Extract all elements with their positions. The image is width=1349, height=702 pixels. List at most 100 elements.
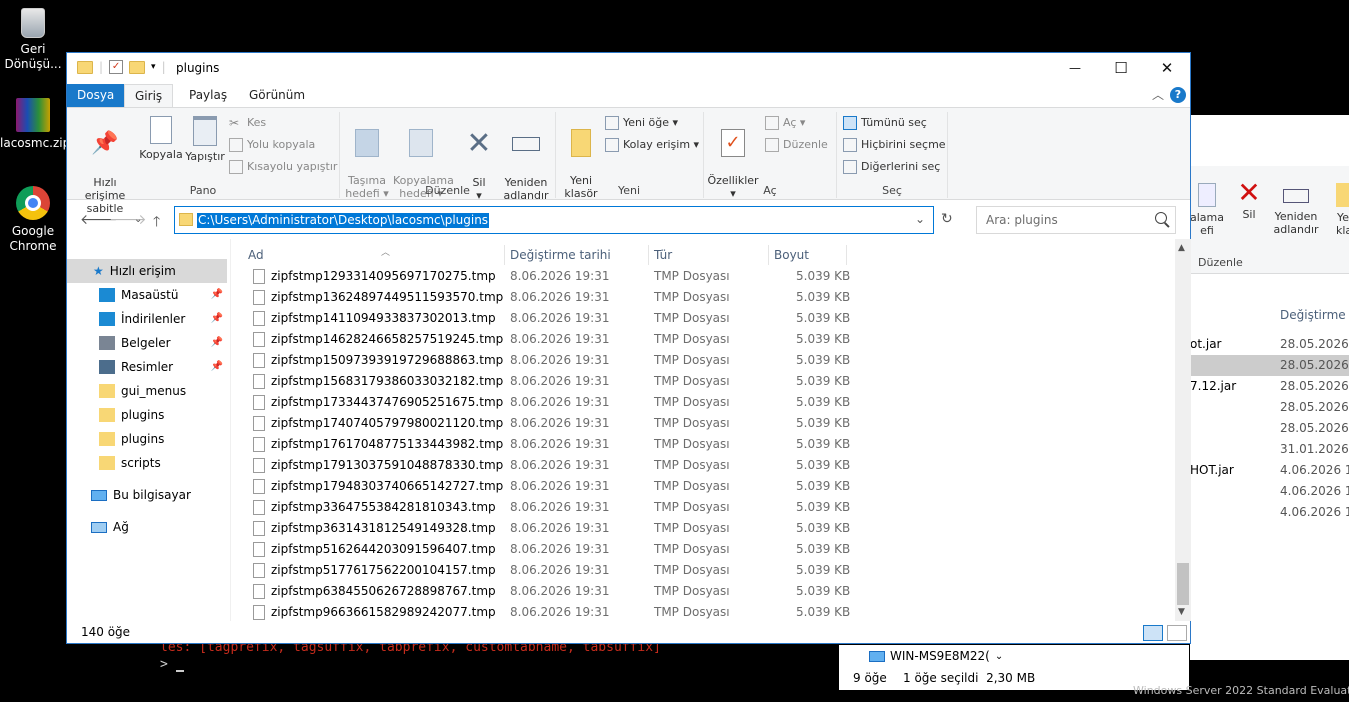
- minimize-button[interactable]: —: [1052, 53, 1098, 83]
- file-row[interactable]: zipfstmp1362489744951159357​0.tmp 8.06.20…: [231, 287, 851, 308]
- bg-file-row[interactable]: HOT.jar 4.06.2026 10:2: [1190, 460, 1349, 481]
- details-view-button[interactable]: [1143, 625, 1163, 641]
- close-button[interactable]: ✕: [1144, 53, 1190, 83]
- pin-icon[interactable]: 📌: [211, 355, 223, 379]
- file-row[interactable]: zipfstmp1509739391972968886​3.tmp 8.06.20…: [231, 350, 851, 371]
- nav-item-label: scripts: [121, 456, 161, 470]
- nav-item-i-ndirilenler[interactable]: İndirilenler 📌: [99, 307, 227, 331]
- file-row[interactable]: zipfstmp1293314095697170275.tmp 8.06.2026…: [231, 266, 851, 287]
- new-item-button[interactable]: Yeni öğe ▾: [605, 116, 678, 130]
- edit-button[interactable]: Düzenle: [765, 138, 828, 152]
- file-row[interactable]: zipfstmp5177617562200104157.tmp 8.06.2026…: [231, 560, 851, 581]
- large-icons-view-button[interactable]: [1167, 625, 1187, 641]
- nav-item-resimler[interactable]: Resimler 📌: [99, 355, 227, 379]
- title-bar[interactable]: | ✓ ▾ | plugins — ☐ ✕: [67, 53, 1190, 84]
- recent-locations-button[interactable]: ⌄: [134, 214, 142, 225]
- select-all-button[interactable]: Tümünü seç: [843, 116, 927, 130]
- file-row[interactable]: zipfstmp1740740579798002112​0.tmp 8.06.20…: [231, 413, 851, 434]
- search-icon[interactable]: [1155, 212, 1167, 224]
- bg-file-row[interactable]: 4.06.2026 12:4: [1190, 502, 1349, 523]
- nav-item-masa-st-[interactable]: Masaüstü 📌: [99, 283, 227, 307]
- bg-file-row[interactable]: 28.05.2026 05: [1190, 418, 1349, 439]
- bg-file-row[interactable]: 28.05.2026 05: [1190, 397, 1349, 418]
- new-folder-icon[interactable]: [129, 60, 146, 74]
- open-button[interactable]: Aç ▾: [765, 116, 805, 130]
- column-header-type[interactable]: Tür: [649, 245, 769, 265]
- bg-file-row[interactable]: 4.06.2026 13:5: [1190, 481, 1349, 502]
- tab-view[interactable]: Görünüm: [239, 84, 315, 107]
- file-row[interactable]: zipfstmp1791303759104887833​0.tmp 8.06.20…: [231, 455, 851, 476]
- file-row[interactable]: zipfstmp1733443747690525167​5.tmp 8.06.20…: [231, 392, 851, 413]
- navigation-pane[interactable]: ★ Hızlı erişim Masaüstü 📌 İndirilenler 📌 Bel…: [67, 239, 229, 621]
- select-none-button[interactable]: Hiçbirini seçme: [843, 138, 946, 152]
- file-row[interactable]: zipfstmp3364755384281810343.tmp 8.06.2026…: [231, 497, 851, 518]
- desktop-icon-recycle-bin[interactable]: Geri Dönüşü...: [0, 8, 66, 72]
- copy-button[interactable]: Kopyala: [139, 116, 183, 161]
- column-header-size[interactable]: Boyut: [769, 245, 847, 265]
- column-header-name[interactable]: Ad ︿: [243, 245, 505, 265]
- pin-icon[interactable]: 📌: [211, 307, 223, 331]
- nav-item-plugins[interactable]: plugins: [99, 427, 227, 451]
- customize-toolbar-icon[interactable]: ▾: [151, 62, 156, 72]
- tab-share[interactable]: Paylaş: [179, 84, 237, 107]
- file-row[interactable]: zipfstmp6384550626728898767.tmp 8.06.2026…: [231, 581, 851, 602]
- nav-item-belgeler[interactable]: Belgeler 📌: [99, 331, 227, 355]
- vertical-scrollbar[interactable]: ▲ ▼: [1175, 239, 1191, 621]
- pin-icon[interactable]: 📌: [211, 283, 223, 307]
- file-row[interactable]: zipfstmp1568317938603303218​2.tmp 8.06.20…: [231, 371, 851, 392]
- explorer-window[interactable]: | ✓ ▾ | plugins — ☐ ✕ Dosya Giriş Paylaş…: [66, 52, 1191, 644]
- file-row[interactable]: zipfstmp5162644203091596407.tmp 8.06.2026…: [231, 539, 851, 560]
- tab-home[interactable]: Giriş: [124, 84, 174, 107]
- desktop-icon-chrome[interactable]: Google Chrome: [0, 186, 66, 254]
- file-row[interactable]: zipfstmp1794830374066514272​7.tmp 8.06.20…: [231, 476, 851, 497]
- file-row[interactable]: zipfstmp1462824665825751924​5.tmp 8.06.20…: [231, 329, 851, 350]
- nav-item-scripts[interactable]: scripts: [99, 451, 227, 475]
- properties-icon[interactable]: ✓: [109, 60, 124, 74]
- background-explorer-window[interactable]: alama efi ✕ Sil Yeniden adlandır Ye kla D…: [1190, 115, 1349, 660]
- help-icon[interactable]: ?: [1170, 87, 1186, 103]
- address-field[interactable]: C:\Users\Administrator\Desktop\lacosmc\p…: [174, 206, 934, 234]
- paste-shortcut-button[interactable]: Kısayolu yapıştır: [229, 160, 337, 174]
- cut-button[interactable]: ✂ Kes: [229, 116, 266, 130]
- scroll-down-icon[interactable]: ▼: [1178, 607, 1185, 617]
- search-input[interactable]: Ara: plugins: [976, 206, 1176, 234]
- bg-column-header[interactable]: Değiştirme ta: [1280, 308, 1349, 322]
- bg-file-row[interactable]: 28.05.2026 05: [1190, 355, 1349, 376]
- collapse-ribbon-icon[interactable]: ︿: [1152, 86, 1164, 103]
- taskbar-item[interactable]: WIN-MS9E8M22( ⌄: [869, 649, 1003, 663]
- bg-rename-partial[interactable]: alama efi: [1190, 183, 1224, 237]
- nav-quick-access[interactable]: ★ Hızlı erişim: [67, 259, 227, 283]
- file-row[interactable]: zipfstmp9663661582989242077.tmp 8.06.2026…: [231, 602, 851, 623]
- chevron-down-icon[interactable]: ⌄: [915, 212, 925, 226]
- bg-file-row[interactable]: 7.12.jar 28.05.2026 05: [1190, 376, 1349, 397]
- terminal-prompt[interactable]: >: [160, 657, 184, 672]
- nav-item-plugins[interactable]: plugins: [99, 403, 227, 427]
- scrollbar-thumb[interactable]: [1177, 563, 1189, 605]
- paste-button[interactable]: Yapıştır: [185, 116, 225, 163]
- nav-network[interactable]: Ağ: [91, 515, 129, 539]
- easy-access-button[interactable]: Kolay erişim ▾: [605, 138, 699, 152]
- file-row[interactable]: zipfstmp1761704877513344398​2.tmp 8.06.20…: [231, 434, 851, 455]
- file-row[interactable]: zipfstmp3631431812549149328.tmp 8.06.2026…: [231, 518, 851, 539]
- file-row[interactable]: zipfstmp1411094933837302013.tmp 8.06.2026…: [231, 308, 851, 329]
- nav-this-pc[interactable]: Bu bilgisayar: [91, 483, 191, 507]
- copy-path-button[interactable]: Yolu kopyala: [229, 138, 315, 152]
- pin-icon[interactable]: 📌: [211, 331, 223, 355]
- up-button[interactable]: 🡑: [153, 211, 160, 235]
- file-list-pane[interactable]: Ad ︿ Değiştirme tarihi Tür Boyut zipfstm…: [230, 239, 1175, 621]
- column-header-date[interactable]: Değiştirme tarihi: [505, 245, 649, 265]
- nav-item-gui-menus[interactable]: gui_menus: [99, 379, 227, 403]
- bg-file-row[interactable]: ot.jar 28.05.2026 05: [1190, 334, 1349, 355]
- tab-file[interactable]: Dosya: [67, 84, 124, 107]
- address-path[interactable]: C:\Users\Administrator\Desktop\lacosmc\p…: [197, 213, 490, 228]
- file-name: zipfstmp1761704877513344398​2.tmp: [271, 437, 504, 451]
- desktop-icon-lacosmc-zip[interactable]: lacosmc.zip: [0, 98, 70, 151]
- maximize-button[interactable]: ☐: [1098, 53, 1144, 83]
- scroll-up-icon[interactable]: ▲: [1178, 243, 1185, 253]
- bg-rename-button[interactable]: Yeniden adlandır: [1270, 183, 1322, 236]
- bg-file-row[interactable]: 31.01.2026 17: [1190, 439, 1349, 460]
- invert-selection-button[interactable]: Diğerlerini seç: [843, 160, 940, 174]
- refresh-button[interactable]: ↻: [941, 211, 953, 227]
- bg-new-partial[interactable]: Ye kla: [1336, 183, 1349, 237]
- bg-delete-button[interactable]: ✕ Sil: [1234, 178, 1264, 222]
